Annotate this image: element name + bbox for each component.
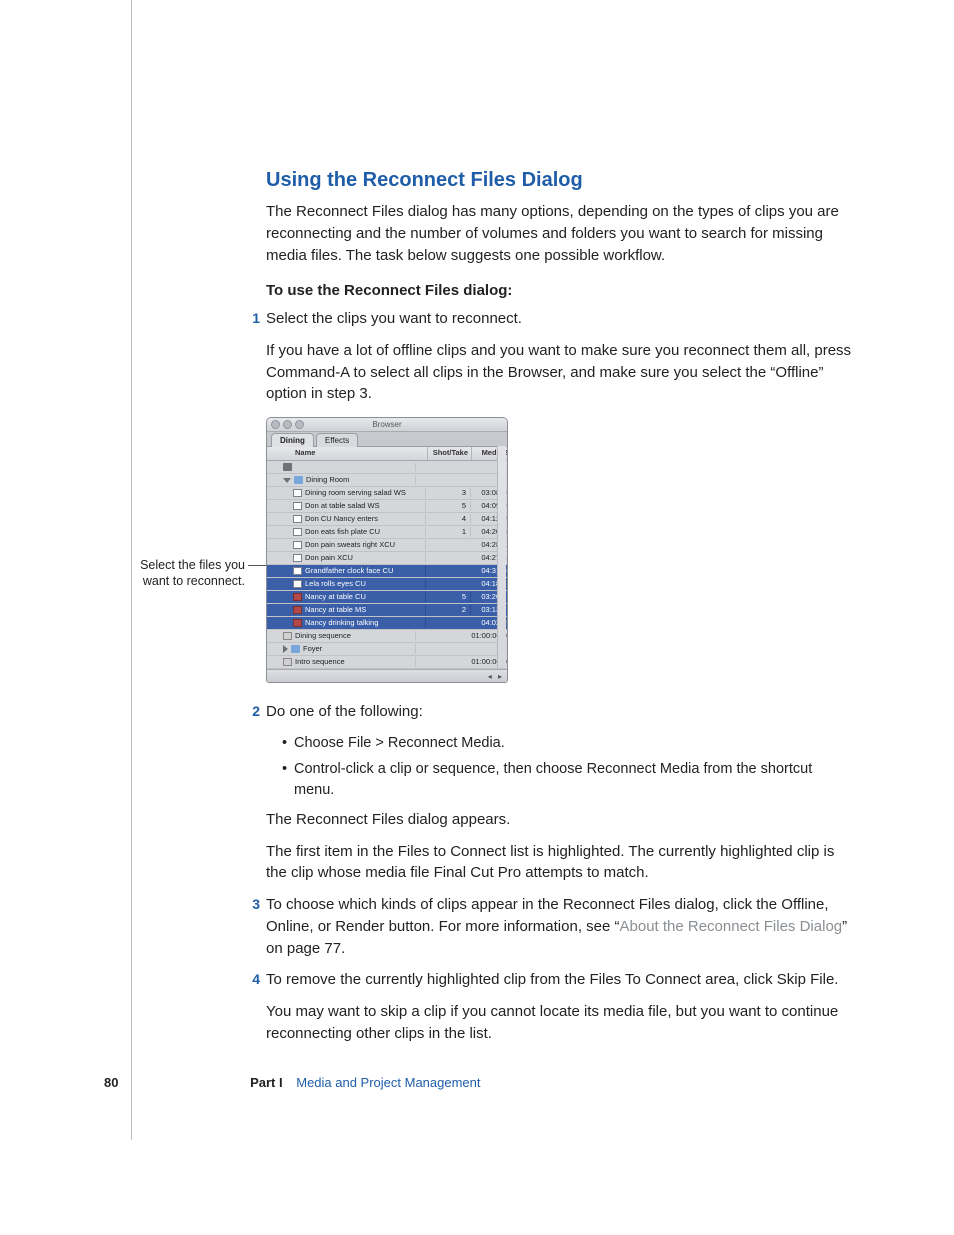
table-row[interactable]: Nancy at table CU503:20:41:120 [267,591,507,604]
tab-dining[interactable]: Dining [271,433,314,447]
step-followup: You may want to skip a clip if you canno… [266,1001,856,1045]
clip-name: Intro sequence [295,657,345,668]
table-row[interactable]: Nancy drinking talking04:02:39:130 [267,617,507,630]
shot-take-cell: 5 [426,501,471,512]
table-row[interactable]: Don CU Nancy enters404:12:49:100 [267,513,507,526]
section-heading: Using the Reconnect Files Dialog [266,166,856,195]
browser-rows: Dining Room Dining room serving salad WS 3… [267,461,507,669]
table-row[interactable]: Don eats fish plate CU104:20:16:130 [267,526,507,539]
clip-icon [293,541,302,549]
clip-icon [293,502,302,510]
page-content: Using the Reconnect Files Dialog The Rec… [266,166,856,1055]
steps-list: 1 Select the clips you want to reconnect… [266,308,856,1045]
folder-icon [291,645,300,653]
clip-name: Don pain XCU [305,553,353,564]
table-row[interactable]: Don at table salad WS504:09:59:140 [267,500,507,513]
table-row[interactable]: Foyer [267,643,507,656]
page-number: 80 [104,1075,118,1090]
table-row[interactable]: Nancy at table MS203:13:07:020 [267,604,507,617]
step-2-options: Choose File > Reconnect Media. Control-c… [266,733,856,801]
scrollbar[interactable] [497,446,506,668]
browser-title: Browser [267,419,507,431]
clip-name: Nancy drinking talking [305,618,378,629]
page-footer: 80 Part I Media and Project Management [104,1074,481,1093]
screenshot-callout: Select the files you want to reconnect. [123,557,245,590]
option-file-menu: Choose File > Reconnect Media. [282,733,856,754]
xref-about-reconnect[interactable]: About the Reconnect Files Dialog [620,918,843,935]
offline-clip-icon [293,593,302,601]
clip-name: Dining sequence [295,631,351,642]
col-name[interactable]: Name [267,447,428,460]
offline-clip-icon [293,606,302,614]
step-number: 1 [246,308,260,328]
clip-icon [293,528,302,536]
clip-icon [293,567,302,575]
table-row[interactable]: Don pain sweats right XCU04:28:12:000 [267,539,507,552]
step-text: Select the clips you want to reconnect. [266,308,856,330]
scroll-arrows-icon[interactable]: ◂ ▸ [488,671,504,683]
clip-name: Don pain sweats right XCU [305,540,395,551]
clip-icon [293,489,302,497]
part-label: Part I [250,1075,283,1090]
step-text: Do one of the following: [266,701,856,723]
task-heading: To use the Reconnect Files dialog: [266,280,856,302]
table-row[interactable]: Intro sequence01:00:00:000 [267,656,507,669]
step-2-after-2: The first item in the Files to Connect l… [266,841,856,885]
clip-name: Don CU Nancy enters [305,514,378,525]
browser-titlebar: Browser [267,418,507,432]
clip-name: Don eats fish plate CU [305,527,380,538]
clip-name: Grandfather clock face CU [305,566,393,577]
step-2: 2 Do one of the following: Choose File >… [266,701,856,884]
browser-tabs: Dining Effects [267,432,507,447]
clip-name: Dining Room [306,475,349,486]
sequence-icon [283,632,292,640]
table-row[interactable]: Grandfather clock face CU04:31:30:230 [267,565,507,578]
step-text: To choose which kinds of clips appear in… [266,894,856,959]
browser-window: Browser Dining Effects Name Shot/Take Me… [266,417,508,683]
clip-name: Nancy at table MS [305,605,366,616]
clip-name: Nancy at table CU [305,592,366,603]
disclosure-down-icon[interactable] [283,478,291,483]
clip-icon [293,554,302,562]
step-followup: If you have a lot of offline clips and y… [266,340,856,405]
browser-screenshot: Select the files you want to reconnect. … [266,417,856,683]
table-row[interactable]: Lela rolls eyes CU04:18:51:120 [267,578,507,591]
step-number: 3 [246,894,260,914]
folder-icon [294,476,303,484]
tab-effects[interactable]: Effects [316,433,358,447]
disclosure-right-icon[interactable] [283,645,288,653]
step-text: To remove the currently highlighted clip… [266,969,856,991]
table-row[interactable]: Dining room serving salad WS303:08:16:13… [267,487,507,500]
table-row[interactable]: Dining sequence01:00:00:000 [267,630,507,643]
shot-take-cell: 2 [426,605,471,616]
step-number: 4 [246,969,260,989]
column-headers: Name Shot/Take Media Start [267,447,507,461]
offline-clip-icon [293,619,302,627]
clip-name: Dining room serving salad WS [305,488,406,499]
table-row[interactable]: Don pain XCU04:27:13:050 [267,552,507,565]
intro-paragraph: The Reconnect Files dialog has many opti… [266,201,856,266]
option-control-click: Control-click a clip or sequence, then c… [282,759,856,801]
table-row[interactable]: Dining Room [267,474,507,487]
bin-icon [283,463,292,471]
part-title: Media and Project Management [296,1075,480,1090]
clip-name: Don at table salad WS [305,501,380,512]
step-number: 2 [246,701,260,721]
step-2-after-1: The Reconnect Files dialog appears. [266,809,856,831]
step-1: 1 Select the clips you want to reconnect… [266,308,856,683]
clip-icon [293,515,302,523]
clip-name: Foyer [303,644,322,655]
shot-take-cell: 5 [426,592,471,603]
browser-footer: ◂ ▸ [267,669,507,682]
shot-take-cell: 3 [426,488,471,499]
shot-take-cell: 4 [426,514,471,525]
col-shot-take[interactable]: Shot/Take [428,447,472,460]
shot-take-cell: 1 [426,527,471,538]
table-row[interactable] [267,461,507,474]
step-3: 3 To choose which kinds of clips appear … [266,894,856,959]
clip-name: Lela rolls eyes CU [305,579,366,590]
sequence-icon [283,658,292,666]
clip-icon [293,580,302,588]
step-4: 4 To remove the currently highlighted cl… [266,969,856,1044]
